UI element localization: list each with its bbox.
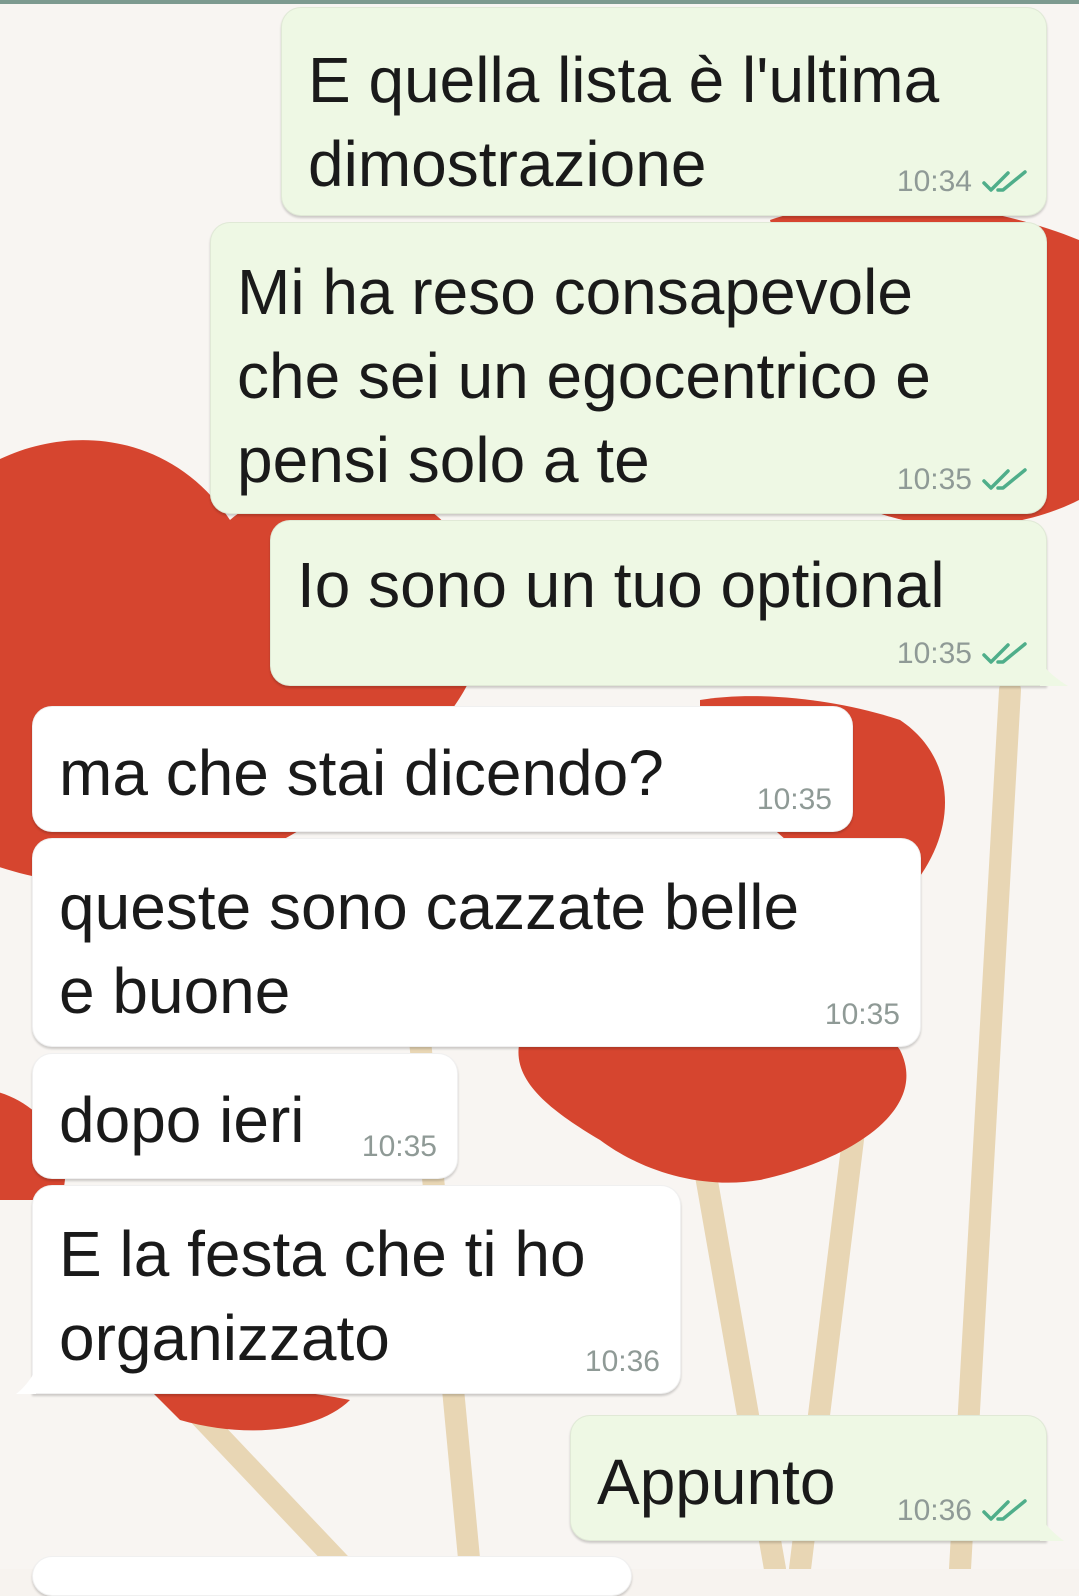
- double-check-icon: [982, 642, 1027, 664]
- message-text-line: E quella lista è l'ultima: [308, 44, 940, 116]
- incoming-message-bubble[interactable]: ma che stai dicendo? 10:35: [32, 706, 853, 832]
- message-time: 10:36: [896, 1494, 972, 1527]
- message-meta: 10:35: [825, 998, 900, 1032]
- message-meta: 10:36: [585, 1345, 660, 1379]
- message-meta: 10:35: [897, 463, 1028, 497]
- message-time: 10:35: [896, 463, 972, 496]
- bubble-tail-icon: [1040, 1517, 1064, 1541]
- outgoing-message-bubble[interactable]: Io sono un tuo optional 10:35: [270, 520, 1047, 686]
- message-text-line: Appunto: [597, 1446, 836, 1518]
- message-text-line: organizzato: [59, 1302, 390, 1374]
- double-check-icon: [982, 170, 1027, 192]
- incoming-message-bubble[interactable]: E la festa che ti ho organizzato 10:36: [32, 1185, 681, 1394]
- message-text-line: dimostrazione: [308, 128, 707, 200]
- incoming-message-bubble[interactable]: dopo ieri 10:35: [32, 1053, 458, 1179]
- message-meta: 10:35: [362, 1130, 437, 1164]
- message-text-line: E la festa che ti ho: [59, 1218, 586, 1290]
- message-text-line: Io sono un tuo optional: [297, 549, 945, 621]
- message-time: 10:35: [756, 783, 832, 816]
- message-time: 10:35: [824, 998, 900, 1031]
- double-check-icon: [982, 1499, 1027, 1521]
- top-edge-bar: [0, 0, 1079, 4]
- message-text-line: dopo ieri: [59, 1084, 305, 1156]
- message-text-line: queste sono cazzate belle: [59, 871, 800, 943]
- message-time: 10:36: [584, 1345, 660, 1378]
- message-meta: 10:35: [897, 637, 1028, 671]
- message-meta: 10:34: [897, 165, 1028, 199]
- outgoing-message-bubble[interactable]: Mi ha reso consapevole che sei un egocen…: [210, 222, 1047, 514]
- outgoing-message-bubble[interactable]: E quella lista è l'ultima dimostrazione …: [281, 7, 1047, 216]
- message-text-line: Mi ha reso consapevole: [237, 256, 913, 328]
- message-time: 10:35: [361, 1130, 437, 1163]
- message-time: 10:34: [896, 165, 972, 198]
- incoming-message-bubble-partial[interactable]: [32, 1556, 632, 1596]
- double-check-icon: [982, 468, 1027, 490]
- bubble-tail-icon: [16, 1370, 36, 1394]
- message-text-line: pensi solo a te: [237, 424, 650, 496]
- message-time: 10:35: [896, 637, 972, 670]
- outgoing-message-bubble[interactable]: Appunto 10:36: [570, 1415, 1047, 1541]
- message-text-line: ma che stai dicendo?: [59, 737, 664, 809]
- message-meta: 10:35: [757, 783, 832, 817]
- message-text-line: e buone: [59, 955, 291, 1027]
- message-text-line: che sei un egocentrico e: [237, 340, 931, 412]
- bubble-tail-icon: [1040, 662, 1068, 686]
- message-meta: 10:36: [897, 1494, 1028, 1528]
- incoming-message-bubble[interactable]: queste sono cazzate belle e buone 10:35: [32, 838, 921, 1047]
